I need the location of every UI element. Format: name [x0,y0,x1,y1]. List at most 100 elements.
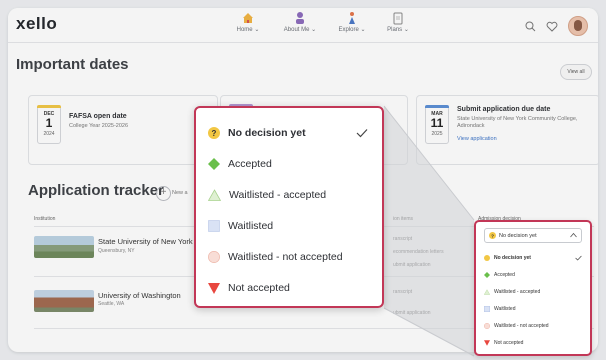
triangle-outline-icon [208,189,221,201]
date-card-title: FAFSA open date [69,113,127,120]
option-label: No decision yet [494,255,531,261]
application-item: ecommendation letters [393,249,444,255]
option-label: Waitlisted - accepted [229,189,327,201]
date-card-title: Submit application due date [457,106,551,113]
view-application-link[interactable]: View application [457,136,497,142]
option-label: Waitlisted - accepted [494,289,541,295]
nav-about-me-label: About Me [283,27,310,33]
option-accepted[interactable]: Accepted [208,154,272,174]
selected-value: No decision yet [499,232,537,239]
option-label: Waitlisted - not accepted [228,251,343,263]
option-waitlisted-accepted[interactable]: Waitlisted - accepted [208,185,326,205]
option-label: Waitlisted - not accepted [494,323,549,329]
diamond-icon [484,272,490,278]
question-icon [484,255,490,261]
admission-decision-dropdown[interactable]: ? No decision yet No decision yet Accept… [474,220,592,356]
explorer-icon [349,12,355,24]
admission-decision-select[interactable]: ? No decision yet [484,228,582,243]
clipboard-icon [393,12,403,25]
option-no-decision-yet[interactable]: ? No decision yet [208,123,376,143]
institution-photo [34,290,94,312]
checkmark-icon [356,129,368,138]
header-actions [525,16,588,36]
chevron-up-icon [570,232,577,238]
date-year: 2024 [43,131,55,137]
application-item: ranscript [393,236,413,242]
admission-decision-dropdown-magnified[interactable]: ? No decision yet Accepted Waitlisted - … [194,106,384,308]
down-triangle-icon [484,340,490,346]
institution-photo [34,236,94,258]
option-waitlisted-accepted[interactable]: Waitlisted - accepted [484,286,540,298]
nav-home-label: Home [236,27,253,33]
nav-explore[interactable]: Explore ⌄ [326,11,378,33]
option-waitlisted-not-accepted[interactable]: Waitlisted - not accepted [208,247,343,267]
checkmark-icon [575,255,582,261]
circle-icon [208,251,220,263]
option-waitlisted[interactable]: Waitlisted [484,303,516,315]
important-dates-title: Important dates [16,56,129,73]
date-year: 2025 [431,131,443,137]
date-card-submit-application[interactable]: MAR 11 2025 Submit application due date … [416,95,598,165]
view-all-button[interactable]: View all [560,64,592,80]
nav-home[interactable]: Home ⌄ [222,11,274,33]
option-label: Waitlisted [228,220,274,232]
triangle-outline-icon [484,289,490,295]
option-waitlisted-not-accepted[interactable]: Waitlisted - not accepted [484,320,549,332]
option-label: Accepted [494,272,515,278]
svg-text:?: ? [491,233,494,238]
question-icon: ? [208,127,220,139]
date-card-fafsa[interactable]: DEC 1 2024 FAFSA open date College Year … [28,95,218,165]
nav-explore-label: Explore [338,27,359,33]
plus-icon: + [160,187,167,198]
date-accent-bar [37,105,61,108]
date-chip: DEC 1 2024 [37,105,61,144]
nav-plans-label: Plans [387,27,403,33]
heart-icon[interactable] [546,21,558,32]
option-label: Accepted [228,158,272,170]
option-not-accepted[interactable]: Not accepted [484,337,523,349]
house-icon [243,13,253,23]
date-card-subtitle: State University of New York Community C… [457,116,578,129]
institution-location: Queensbury, NY [98,248,135,254]
column-header-institution: Institution [34,216,56,222]
nav-about-me[interactable]: About Me ⌄ [274,11,326,33]
date-day: 1 [45,116,53,130]
application-item: ranscript [393,289,413,295]
institution-name[interactable]: University of Washington [98,291,181,300]
institution-name[interactable]: State University of New York [98,237,193,246]
chevron-down-icon: ⌄ [254,27,260,33]
option-waitlisted[interactable]: Waitlisted [208,216,273,236]
application-item: ubmit application [393,262,431,268]
date-accent-bar [425,105,449,108]
chevron-down-icon: ⌄ [403,27,409,33]
down-triangle-icon [208,282,220,294]
add-application-label[interactable]: New a [172,190,188,196]
option-accepted[interactable]: Accepted [484,269,515,281]
nav-plans[interactable]: Plans ⌄ [372,11,424,33]
column-header-application-items: ion items [393,216,414,222]
search-icon[interactable] [525,21,536,32]
add-application-button[interactable]: + [156,186,171,201]
option-label: Not accepted [494,340,524,346]
option-label: Not accepted [228,282,290,294]
square-icon [208,220,220,232]
diamond-icon [208,158,220,170]
chevron-down-icon: ⌄ [360,27,366,33]
person-icon [296,12,304,24]
application-tracker-title: Application tracker [28,182,164,199]
application-item: ubmit application [393,310,431,316]
option-label: No decision yet [228,127,306,139]
top-navigation-bar: xello Home ⌄ About Me ⌄ Explore ⌄ Plans … [8,8,598,43]
date-chip: MAR 11 2025 [425,105,449,144]
question-icon: ? [489,232,496,239]
xello-logo[interactable]: xello [16,14,57,34]
option-not-accepted[interactable]: Not accepted [208,278,290,298]
svg-text:?: ? [212,129,217,138]
date-day: 11 [430,116,444,130]
institution-location: Seattle, WA [98,301,125,307]
option-no-decision-yet[interactable]: No decision yet [484,252,582,264]
chevron-down-icon: ⌄ [311,27,317,33]
square-icon [484,306,490,312]
date-card-subtitle: College Year 2025-2026 [69,123,129,129]
avatar[interactable] [568,16,588,36]
